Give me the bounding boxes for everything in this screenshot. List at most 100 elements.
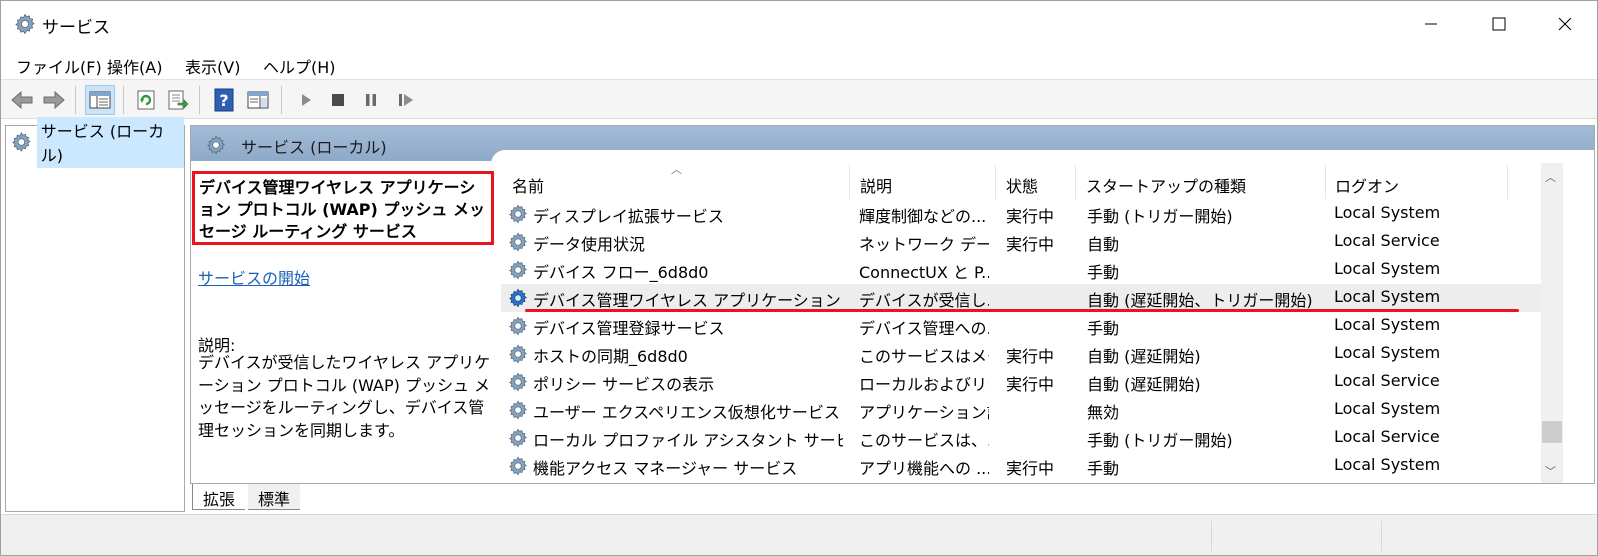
refresh-button[interactable] bbox=[131, 85, 161, 115]
service-row[interactable]: ホストの同期_6d8d0 このサービスはメー... 実行中 自動 (遅延開始) Loca… bbox=[501, 340, 1541, 368]
cell-logon: Local System bbox=[1334, 399, 1441, 418]
gear-icon bbox=[507, 343, 529, 365]
window-title: サービス bbox=[42, 18, 110, 38]
console-tree-icon bbox=[89, 91, 111, 109]
minimize-icon bbox=[1425, 23, 1437, 25]
cell-logon: Local Service bbox=[1334, 427, 1440, 446]
cell-startup: 自動 bbox=[1087, 235, 1120, 254]
extended-view-panel: デバイス管理ワイヤレス アプリケーション プロトコル (WAP) プッシュ メッ… bbox=[191, 161, 494, 483]
cell-logon: Local System bbox=[1334, 203, 1441, 222]
cell-logon: Local System bbox=[1334, 259, 1441, 278]
close-button[interactable] bbox=[1531, 1, 1598, 47]
vertical-scrollbar[interactable]: ︿ ﹀ bbox=[1541, 163, 1563, 483]
restart-service-button[interactable] bbox=[391, 85, 421, 115]
cell-desc: アプリケーション設... bbox=[859, 403, 989, 422]
cell-startup: 自動 (遅延開始、トリガー開始) bbox=[1087, 291, 1313, 310]
scroll-down-icon[interactable]: ﹀ bbox=[1545, 463, 1556, 479]
service-row[interactable]: 機能アクセス マネージャー サービス アプリ機能への ... 実行中 手動 Local … bbox=[501, 452, 1541, 480]
pause-service-button[interactable] bbox=[356, 85, 386, 115]
cell-desc: ネットワーク データ... bbox=[859, 235, 989, 254]
column-header-status[interactable]: 状態 bbox=[1006, 173, 1038, 199]
cell-status: 実行中 bbox=[1006, 347, 1055, 366]
refresh-icon bbox=[137, 90, 155, 110]
service-row[interactable]: ユーザー エクスペリエンス仮想化サービスアプリケーション設... 無効 Local … bbox=[501, 396, 1541, 424]
service-row[interactable]: デバイス管理ワイヤレス アプリケーション プロト... デバイスが受信し... 自動… bbox=[501, 284, 1541, 312]
cell-logon: Local System bbox=[1334, 315, 1441, 334]
export-list-button[interactable] bbox=[163, 85, 193, 115]
cell-startup: 自動 (遅延開始) bbox=[1087, 375, 1201, 394]
cell-desc: デバイス管理への... bbox=[859, 319, 989, 338]
gear-icon bbox=[507, 371, 529, 393]
cell-name: ホストの同期_6d8d0 bbox=[533, 347, 688, 366]
show-hide-console-tree-button[interactable] bbox=[85, 85, 115, 115]
properties-icon bbox=[247, 91, 269, 109]
cell-logon: Local Service bbox=[1334, 371, 1440, 390]
column-header-name[interactable]: 名前 bbox=[512, 173, 544, 199]
cell-name: ポリシー サービスの表示 bbox=[533, 375, 715, 394]
cell-desc: ローカルおよびリモ... bbox=[859, 375, 989, 394]
cell-desc: アプリ機能への ... bbox=[859, 459, 989, 478]
forward-button[interactable] bbox=[39, 85, 69, 115]
service-list: ︿ 名前 説明 状態 スタートアップの種類 ログオン ディスプレイ拡張サービス 輝… bbox=[501, 163, 1594, 483]
start-service-button[interactable] bbox=[291, 85, 321, 115]
tab-extended[interactable]: 拡張 bbox=[192, 484, 246, 510]
service-row[interactable]: ローカル プロファイル アシスタント サービス このサービスは、... 手動 (トリ… bbox=[501, 424, 1541, 452]
cell-desc: このサービスはメー... bbox=[859, 347, 989, 366]
back-arrow-icon bbox=[11, 90, 33, 110]
menu-help[interactable]: ヘルプ(H) bbox=[263, 54, 336, 78]
column-header-logon[interactable]: ログオン bbox=[1335, 173, 1399, 199]
restart-service-icon bbox=[399, 94, 413, 106]
cell-name: デバイス管理登録サービス bbox=[533, 319, 725, 338]
service-description: デバイスが受信したワイヤレス アプリケーション プロトコル (WAP) プッシュ… bbox=[198, 353, 491, 440]
gear-icon bbox=[507, 259, 529, 281]
column-header-description[interactable]: 説明 bbox=[860, 173, 892, 199]
scroll-up-icon[interactable]: ︿ bbox=[1545, 169, 1556, 185]
menu-view[interactable]: 表示(V) bbox=[185, 54, 240, 78]
cell-name: ローカル プロファイル アシスタント サービス bbox=[533, 431, 843, 450]
cell-status: 実行中 bbox=[1006, 235, 1055, 254]
gear-icon bbox=[13, 12, 37, 36]
menu-action[interactable]: 操作(A) bbox=[107, 54, 162, 78]
tree-item-services-local[interactable]: サービス (ローカル) bbox=[10, 116, 184, 168]
pause-service-icon bbox=[366, 94, 376, 106]
cell-desc: 輝度制御などの... bbox=[859, 207, 987, 226]
service-row[interactable]: データ使用状況 ネットワーク データ... 実行中 自動 Local Service bbox=[501, 228, 1541, 256]
service-row[interactable]: デバイス フロー_6d8d0 ConnectUX と P... 手動 Local Sy… bbox=[501, 256, 1541, 284]
highlight-underline bbox=[525, 309, 1519, 312]
forward-arrow-icon bbox=[43, 90, 65, 110]
cell-desc: このサービスは、... bbox=[859, 431, 989, 450]
pane-header-title: サービス (ローカル) bbox=[241, 138, 387, 157]
column-header-startup-type[interactable]: スタートアップの種類 bbox=[1086, 173, 1246, 199]
help-button[interactable]: ? bbox=[209, 85, 239, 115]
export-list-icon bbox=[168, 90, 189, 110]
svg-text:?: ? bbox=[219, 91, 228, 110]
cell-startup: 自動 (遅延開始) bbox=[1087, 347, 1201, 366]
stop-service-button[interactable] bbox=[323, 85, 353, 115]
service-row[interactable]: ディスプレイ拡張サービス 輝度制御などの... 実行中 手動 (トリガー開始) Loca… bbox=[501, 200, 1541, 228]
gear-icon bbox=[507, 455, 529, 477]
tab-standard[interactable]: 標準 bbox=[248, 484, 301, 510]
cell-startup: 手動 (トリガー開始) bbox=[1087, 431, 1233, 450]
scrollbar-thumb[interactable] bbox=[1542, 421, 1562, 443]
status-bar bbox=[1, 514, 1597, 555]
minimize-button[interactable] bbox=[1397, 1, 1465, 47]
gear-icon bbox=[507, 315, 529, 337]
cell-startup: 手動 bbox=[1087, 319, 1120, 338]
properties-button[interactable] bbox=[243, 85, 273, 115]
menu-file[interactable]: ファイル(F) bbox=[16, 54, 102, 78]
start-service-link[interactable]: サービスの開始 bbox=[198, 265, 310, 289]
service-row[interactable]: ポリシー サービスの表示 ローカルおよびリモ... 実行中 自動 (遅延開始) Loca… bbox=[501, 368, 1541, 396]
maximize-button[interactable] bbox=[1465, 1, 1533, 47]
gear-icon bbox=[507, 203, 529, 225]
services-pane: サービス (ローカル) デバイス管理ワイヤレス アプリケーション プロトコル (… bbox=[190, 125, 1595, 484]
gear-icon bbox=[507, 427, 529, 449]
back-button[interactable] bbox=[7, 85, 37, 115]
menu-bar: ファイル(F) 操作(A) 表示(V) ヘルプ(H) bbox=[1, 47, 1597, 79]
cell-startup: 手動 bbox=[1087, 263, 1120, 282]
cell-logon: Local System bbox=[1334, 455, 1441, 474]
cell-name: デバイス管理ワイヤレス アプリケーション プロト... bbox=[533, 291, 843, 310]
services-window: サービス ファイル(F) 操作(A) 表示(V) ヘルプ(H) ? サービス (… bbox=[0, 0, 1598, 556]
cell-name: デバイス フロー_6d8d0 bbox=[533, 263, 709, 282]
service-row[interactable]: デバイス管理登録サービス デバイス管理への... 手動 Local System bbox=[501, 312, 1541, 340]
cell-startup: 手動 bbox=[1087, 459, 1120, 478]
